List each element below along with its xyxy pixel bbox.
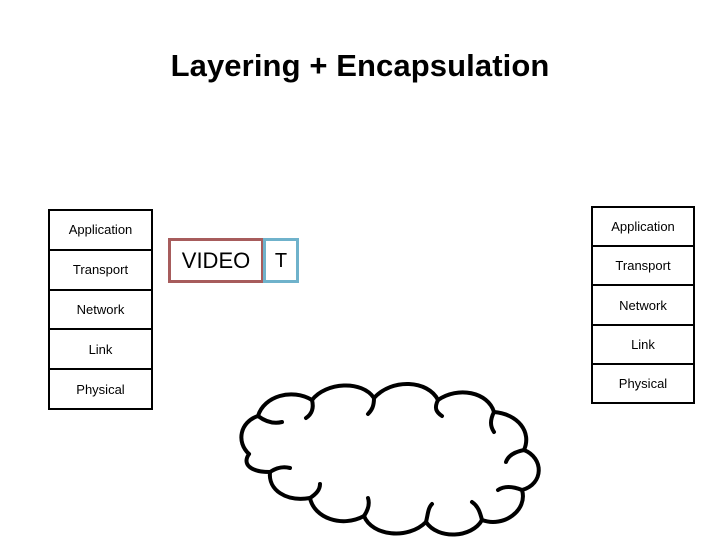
- sidebar-item-link-right: Link: [593, 325, 693, 365]
- sidebar-item-network-left: Network: [50, 290, 151, 331]
- layer-label-physical-right: Physical: [618, 375, 668, 391]
- layer-label-network-right: Network: [619, 297, 667, 313]
- sidebar-item-transport-left: Transport: [50, 250, 151, 291]
- layer-label-application-right: Application: [611, 219, 675, 235]
- sender-protocol-stack: Application Transport Network Link Physi…: [48, 209, 153, 410]
- sidebar-item-physical-right: Physical: [593, 364, 693, 403]
- sidebar-item-application-right: Application: [593, 208, 693, 248]
- sidebar-item-application-left: Application: [50, 211, 151, 251]
- packet-transport-header-box: T: [263, 238, 299, 283]
- packet-payload-label: VIDEO: [181, 247, 251, 273]
- sidebar-item-transport-right: Transport: [593, 247, 693, 287]
- cloud-shape: [239, 382, 541, 537]
- sidebar-item-link-left: Link: [50, 330, 151, 371]
- layer-label-application-left: Application: [68, 222, 133, 238]
- sidebar-item-physical-left: Physical: [50, 370, 151, 408]
- packet-payload-box: VIDEO: [168, 238, 264, 283]
- receiver-protocol-stack: Application Transport Network Link Physi…: [591, 206, 695, 404]
- network-cloud-icon: [222, 380, 552, 538]
- layer-label-link-left: Link: [88, 341, 113, 357]
- slide-canvas: Layering + Encapsulation Application Tra…: [0, 0, 720, 540]
- layer-label-physical-left: Physical: [76, 381, 125, 397]
- packet-transport-header-label: T: [274, 249, 288, 272]
- layer-label-transport-right: Transport: [615, 258, 671, 274]
- layer-label-transport-left: Transport: [72, 262, 129, 278]
- page-title: Layering + Encapsulation: [170, 48, 550, 83]
- layer-label-link-right: Link: [631, 336, 655, 352]
- layer-label-network-left: Network: [76, 301, 125, 317]
- sidebar-item-network-right: Network: [593, 286, 693, 326]
- packet-diagram: VIDEO T: [168, 238, 299, 283]
